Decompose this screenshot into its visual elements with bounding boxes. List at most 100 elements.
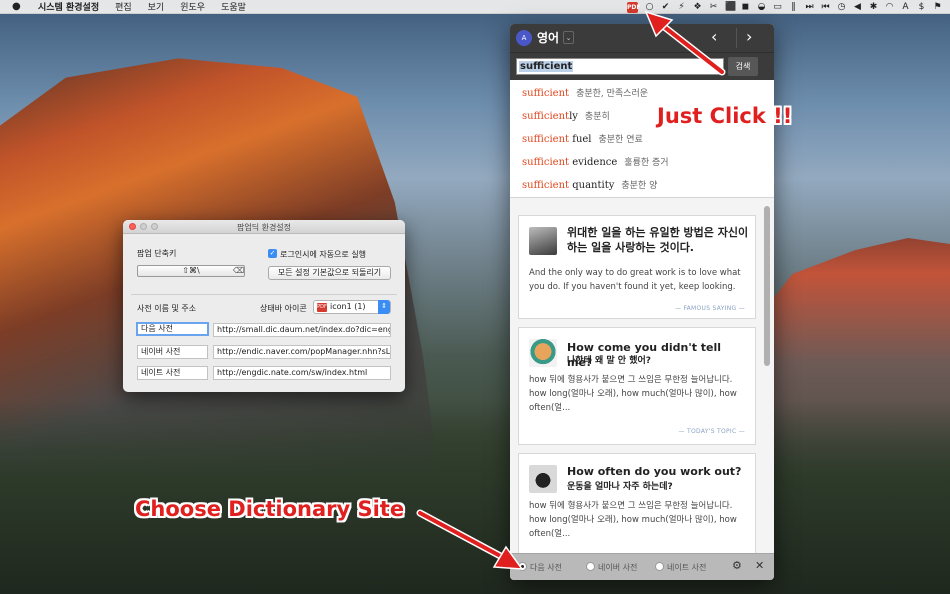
circle-icon[interactable]: ○ (645, 2, 654, 12)
radio-label: 네이트 사전 (667, 563, 707, 572)
dict-url-field-nate[interactable]: http://engdic.nate.com/sw/index.html (213, 366, 391, 380)
menu-window[interactable]: 윈도우 (180, 0, 205, 13)
suggestion-tail: quantity (569, 180, 615, 191)
flag-icon[interactable]: ⚑ (933, 2, 942, 12)
card-body: how 뒤에 형용사가 붙으면 그 쓰임은 무한정 늘어납니다. how lon… (529, 375, 737, 413)
hotkey-clear-icon[interactable]: ⌫ (233, 266, 244, 275)
back-arrow-icon[interactable]: ‹ (711, 27, 717, 46)
menu-edit[interactable]: 편집 (115, 0, 132, 13)
dropbox-icon[interactable]: ❖ (693, 2, 702, 12)
suggestion-item[interactable]: sufficient evidence 훌륭한 증거 (510, 151, 774, 174)
search-input-value: sufficient (519, 61, 574, 72)
updown-arrow-icon: ⇕ (378, 300, 390, 314)
preferences-divider (131, 294, 397, 295)
radio-label: 다음 사전 (530, 563, 562, 572)
radio-naver[interactable]: 네이버 사전 (586, 562, 637, 573)
wifi-icon[interactable]: ◠ (885, 2, 894, 12)
todays-topic-card[interactable]: How come you didn't tell me? 나한테 왜 말 안 했… (518, 327, 756, 445)
suggestion-list: sufficient 충분한, 만족스러운 sufficiently 충분히 suf… (510, 80, 774, 198)
menu-app-name[interactable]: 시스템 환경설정 (38, 0, 99, 13)
workout-thumbnail (529, 465, 557, 493)
suggestion-tail: evidence (569, 157, 618, 168)
search-input[interactable]: sufficient (516, 58, 724, 75)
language-label[interactable]: 영어 (537, 29, 559, 46)
gear-icon[interactable]: ⚙ (732, 559, 742, 572)
radio-nate[interactable]: 네이트 사전 (655, 562, 706, 573)
hotkey-field[interactable]: ⇧⌘\ (137, 265, 245, 277)
suggestion-meaning: 충분한, 만족스러운 (576, 89, 649, 99)
skip-icon[interactable]: ⏭ (805, 2, 814, 12)
famous-saying-card[interactable]: 위대한 일을 하는 유일한 방법은 자신이 하는 일을 사랑하는 것이다. An… (518, 215, 756, 319)
popup-header: A 영어 ⌄ ‹ › (510, 24, 774, 52)
search-button[interactable]: 검색 (728, 57, 758, 76)
volume-icon[interactable]: ◀ (853, 2, 862, 12)
suggestion-head: sufficient (522, 111, 570, 122)
scissor-icon[interactable]: ✂ (709, 2, 718, 12)
suggestion-tail: ly (569, 111, 578, 122)
rewind-icon[interactable]: ⏮ (821, 2, 830, 12)
bag-icon[interactable]: ◼ (741, 2, 750, 12)
pause-icon[interactable]: ‖ (789, 2, 798, 12)
menu-view[interactable]: 보기 (148, 0, 165, 13)
dict-url-field-naver[interactable]: http://endic.naver.com/popManager.nhn?sL… (213, 345, 391, 359)
radio-dot (586, 562, 595, 571)
radio-dot (655, 562, 664, 571)
apple-menu-icon[interactable]: ● (12, 1, 22, 12)
preferences-window: 팝업딕 환경설정 팝업 단축키 ⇧⌘\ ⌫ ✓ 로그인시에 자동으로 실행 모든… (123, 220, 405, 392)
language-icon: A (516, 30, 532, 46)
todays-topic-card[interactable]: How often do you work out? 운동을 얼마나 자주 하는… (518, 453, 756, 554)
popup-dic-icon[interactable]: PDF (627, 1, 640, 13)
cartoon-thumbnail (529, 339, 557, 367)
dollar-icon[interactable]: $ (917, 2, 926, 12)
pdf-icon: PDF (317, 303, 327, 312)
dict-name-field-nate[interactable]: 네이트 사전 (137, 366, 208, 380)
suggestion-meaning: 충분한 연료 (598, 135, 643, 145)
forward-arrow-icon[interactable]: › (746, 27, 752, 46)
user-a-icon[interactable]: A (901, 2, 910, 12)
bolt-icon[interactable]: ⚡ (677, 2, 686, 12)
dict-name-field-daum[interactable]: 다음 사전 (136, 322, 209, 336)
card-body: how 뒤에 형용사가 붙으면 그 쓰임은 무한정 늘어납니다. how lon… (529, 501, 737, 539)
portrait-thumbnail (529, 227, 557, 255)
autostart-label: 로그인시에 자동으로 실행 (280, 250, 367, 259)
suggestion-meaning: 충분한 양 (621, 181, 658, 191)
choose-site-callout: Choose Dictionary Site (135, 497, 405, 521)
card-subtitle: 나한테 왜 말 안 했어? (567, 356, 651, 366)
clock-icon[interactable]: ◷ (837, 2, 846, 12)
radio-daum[interactable]: 다음 사전 (518, 562, 562, 573)
suggestion-item[interactable]: sufficient quantity 충분한 양 (510, 174, 774, 197)
scrollbar[interactable] (764, 206, 770, 366)
menu-help[interactable]: 도움말 (221, 0, 246, 13)
content-cards: 위대한 일을 하는 유일한 방법은 자신이 하는 일을 사랑하는 것이다. An… (510, 199, 774, 554)
card-title: How often do you work out? (567, 465, 742, 478)
dictionary-header: 사전 이름 및 주소 (137, 304, 197, 313)
autostart-checkbox[interactable]: ✓ (268, 249, 277, 258)
preferences-titlebar: 팝업딕 환경설정 (123, 220, 405, 234)
dict-name-field-naver[interactable]: 네이버 사전 (137, 345, 208, 359)
popup-footer: 다음 사전 네이버 사전 네이트 사전 ⚙ ✕ (510, 553, 774, 580)
check-icon[interactable]: ✔ (661, 2, 670, 12)
bluetooth-icon[interactable]: ✱ (869, 2, 878, 12)
lock-icon[interactable]: ⬛ (725, 2, 736, 12)
suggestion-head: sufficient (522, 88, 570, 99)
card-body: And the only way to do great work is to … (529, 268, 741, 292)
suggestion-head: sufficient (522, 157, 570, 168)
statusbar-icon-select[interactable]: PDF icon1 (1) ⇕ (313, 300, 391, 314)
card-title: 위대한 일을 하는 유일한 방법은 자신이 하는 일을 사랑하는 것이다. (567, 226, 749, 254)
disk-icon[interactable]: ◒ (757, 2, 766, 12)
suggestion-meaning: 훌륭한 증거 (624, 158, 669, 168)
battery-icon[interactable]: ▭ (773, 2, 782, 12)
radio-dot (518, 562, 527, 571)
suggestion-item[interactable]: sufficient fuel 충분한 연료 (510, 128, 774, 151)
suggestion-item[interactable]: sufficient 충분한, 만족스러운 (510, 82, 774, 105)
dict-url-field-daum[interactable]: http://small.dic.daum.net/index.do?dic=e… (213, 323, 391, 337)
nav-separator (736, 28, 737, 48)
suggestion-meaning: 충분히 (584, 112, 610, 122)
search-bar: sufficient 검색 (510, 52, 774, 80)
suggestion-head: sufficient (522, 134, 570, 145)
hotkey-label: 팝업 단축키 (137, 249, 177, 258)
language-dropdown-icon[interactable]: ⌄ (563, 31, 574, 44)
preferences-title: 팝업딕 환경설정 (236, 223, 292, 232)
reset-defaults-button[interactable]: 모든 설정 기본값으로 되돌리기 (268, 266, 391, 280)
close-icon[interactable]: ✕ (755, 559, 764, 572)
